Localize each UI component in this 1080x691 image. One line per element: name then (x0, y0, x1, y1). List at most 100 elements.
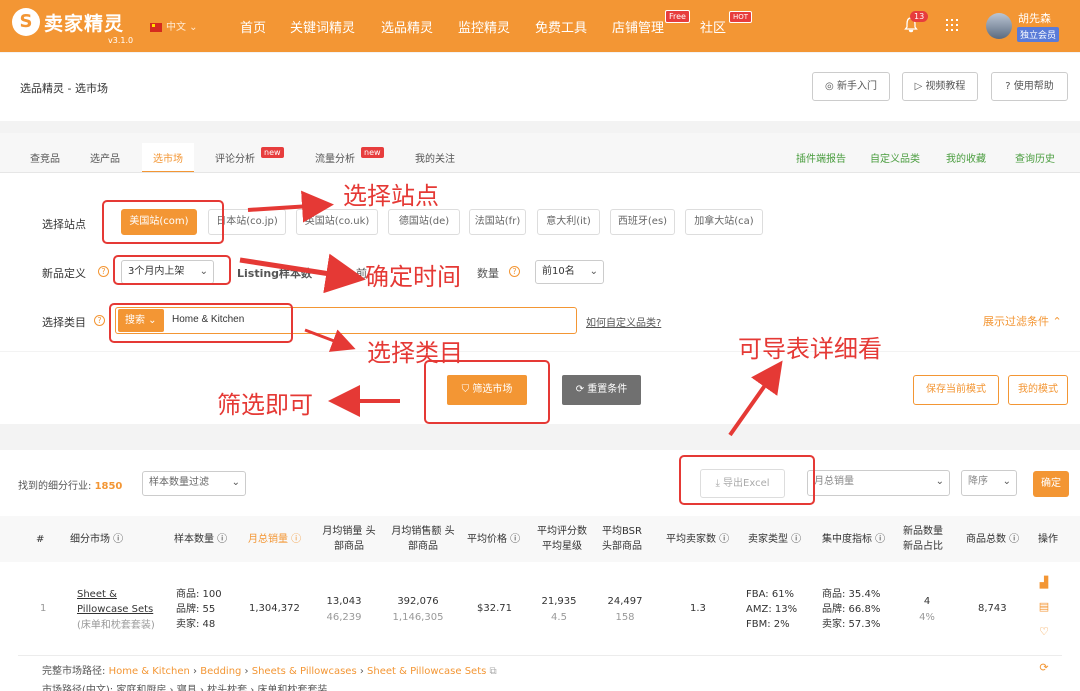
path-level-2[interactable]: Bedding (200, 666, 241, 677)
col-concentration-label: 集中度指标 (822, 534, 872, 545)
cn-market-path: 市场路径(中文): 家庭和厨房 › 寝具 › 枕头枕套 › 床单和枕套套装 (42, 685, 328, 691)
free-badge: Free (665, 10, 690, 23)
tab-market[interactable]: 选市场 (153, 150, 183, 165)
nav-monitor[interactable]: 监控精灵 (458, 17, 510, 36)
col-index: # (36, 534, 45, 545)
query-history-link[interactable]: 查询历史 (1015, 150, 1055, 165)
help-icon[interactable]: ? (509, 266, 520, 277)
sample-brands: 品牌: 55 (176, 604, 216, 615)
category-label: 选择类目 (42, 316, 86, 329)
sample-filter-value: 样本数量过滤 (149, 477, 209, 488)
col-sample-label: 样本数量 (174, 534, 214, 545)
nav-community[interactable]: 社区 (700, 17, 726, 36)
col-avg-price-label: 平均价格 (467, 534, 507, 545)
annotation-box-site (102, 200, 224, 244)
apps-grid-icon[interactable] (946, 19, 958, 31)
annotation-box-category (109, 303, 293, 343)
chevron-up-icon: ⌃ (1052, 315, 1062, 328)
chart-icon[interactable]: ▟ (1038, 577, 1050, 589)
video-tutorial-button[interactable]: ▷ 视频教程 (902, 72, 978, 101)
tab-favorites[interactable]: 我的关注 (415, 150, 455, 165)
col-market-label: 细分市场 (70, 534, 110, 545)
sort-field-value: 月总销量 (814, 476, 854, 487)
col-sample: 样本数量 ⓘ (174, 534, 228, 545)
external-link-icon[interactable]: ⧉ (490, 666, 497, 677)
document-icon[interactable]: ▤ (1038, 601, 1050, 613)
language-selector[interactable]: 中文 ⌄ (150, 18, 198, 33)
new-count-value: 4 (923, 596, 931, 607)
annotation-box-time (113, 255, 231, 285)
site-uk[interactable]: 英国站(co.uk) (296, 209, 378, 235)
beginner-guide-label: 新手入门 (836, 81, 877, 92)
my-collection-link[interactable]: 我的收藏 (946, 150, 986, 165)
avg-sales-value: 13,043 (326, 596, 362, 607)
col-monthly-sales[interactable]: 月总销量 ⓘ (248, 532, 301, 547)
custom-category-link[interactable]: 自定义品类 (870, 150, 920, 165)
confirm-button[interactable]: 确定 (1033, 471, 1069, 497)
nav-product[interactable]: 选品精灵 (381, 17, 433, 36)
count-label: 数量 (477, 267, 499, 280)
help-icon[interactable]: ? (94, 315, 105, 326)
concentration-brands: 品牌: 66.8% (822, 604, 881, 615)
site-de[interactable]: 德国站(de) (388, 209, 460, 235)
user-name[interactable]: 胡先森 (1018, 10, 1051, 26)
found-count: 找到的细分行业: 1850 (18, 477, 122, 492)
heart-icon[interactable]: ♡ (1038, 626, 1050, 638)
avatar[interactable] (986, 13, 1012, 39)
annotation-site: 选择站点 (343, 182, 439, 210)
sort-order-select[interactable]: 降序 ⌄ (961, 470, 1017, 496)
tab-competitor[interactable]: 查竞品 (30, 150, 60, 165)
nav-keyword[interactable]: 关键词精灵 (290, 17, 355, 36)
nav-home[interactable]: 首页 (240, 17, 266, 36)
col-avg-sellers-label: 平均卖家数 (666, 534, 716, 545)
sample-filter-select[interactable]: 样本数量过滤 ⌄ (142, 471, 246, 496)
plugin-report-link[interactable]: 插件端报告 (796, 150, 846, 165)
site-it[interactable]: 意大利(it) (537, 209, 600, 235)
avg-sales-head: 46,239 (318, 610, 370, 625)
logo-text[interactable]: 卖家精灵 (44, 9, 124, 36)
path-level-3[interactable]: Sheets & Pillowcases (252, 666, 357, 677)
col-actions: 操作 (1038, 534, 1058, 545)
path-level-4[interactable]: Sheet & Pillowcase Sets (367, 666, 486, 677)
custom-category-help-link[interactable]: 如何自定义品类? (586, 314, 661, 329)
col-avg-reviews: 平均评分数 平均星级 (537, 526, 587, 552)
chevron-down-icon: ⌄ (1002, 476, 1011, 487)
my-mode-button[interactable]: 我的模式 (1008, 375, 1068, 405)
top-n-select[interactable]: 前10名 ⌄ (535, 260, 604, 284)
col-seller-type-label: 卖家类型 (748, 534, 788, 545)
notification-count: 13 (910, 11, 929, 22)
path-level-1[interactable]: Home & Kitchen (109, 666, 190, 677)
annotation-time: 确定时间 (365, 263, 461, 291)
logo-icon[interactable]: S (12, 8, 40, 36)
top-n-value: 前10名 (542, 266, 575, 277)
site-fr[interactable]: 法国站(fr) (469, 209, 526, 235)
nav-free-tools[interactable]: 免费工具 (535, 17, 587, 36)
version-label: v3.1.0 (108, 36, 134, 45)
annotation-box-filter (424, 360, 550, 424)
china-flag-icon (150, 22, 162, 32)
col-avg-bsr: 平均BSR 头部商品 (602, 526, 642, 552)
site-es[interactable]: 西班牙(es) (610, 209, 675, 235)
market-name-link[interactable]: Sheet & Pillowcase Sets (77, 587, 167, 617)
avg-revenue-head-label: 1,146,305 (392, 612, 444, 623)
tab-traffic[interactable]: 流量分析 (315, 150, 355, 165)
col-avg-sellers: 平均卖家数 ⓘ (666, 534, 730, 545)
tab-review[interactable]: 评论分析 (215, 150, 255, 165)
help-icon[interactable]: ? (98, 266, 109, 277)
tab-product[interactable]: 选产品 (90, 150, 120, 165)
breadcrumb: 选品精灵 - 选市场 (20, 82, 108, 95)
nav-store[interactable]: 店铺管理 (612, 17, 664, 36)
beginner-guide-button[interactable]: ◎ 新手入门 (812, 72, 890, 101)
col-avg-price: 平均价格 ⓘ (467, 534, 521, 545)
site-ca[interactable]: 加拿大站(ca) (685, 209, 763, 235)
chevron-down-icon: ⌄ (935, 476, 944, 487)
refresh-icon[interactable]: ⟳ (1038, 662, 1050, 674)
save-mode-button[interactable]: 保存当前模式 (913, 375, 999, 405)
show-filters-toggle[interactable]: 展示过滤条件 ⌃ (983, 313, 1062, 329)
help-button[interactable]: ? 使用帮助 (991, 72, 1068, 101)
reset-button[interactable]: ⟳ 重置条件 (562, 375, 641, 405)
col-concentration: 集中度指标 ⓘ (822, 534, 886, 545)
new-ratio-label: 4% (919, 612, 935, 623)
sort-field-select[interactable]: 月总销量 ⌄ (807, 470, 950, 496)
site-label: 选择站点 (42, 218, 86, 231)
